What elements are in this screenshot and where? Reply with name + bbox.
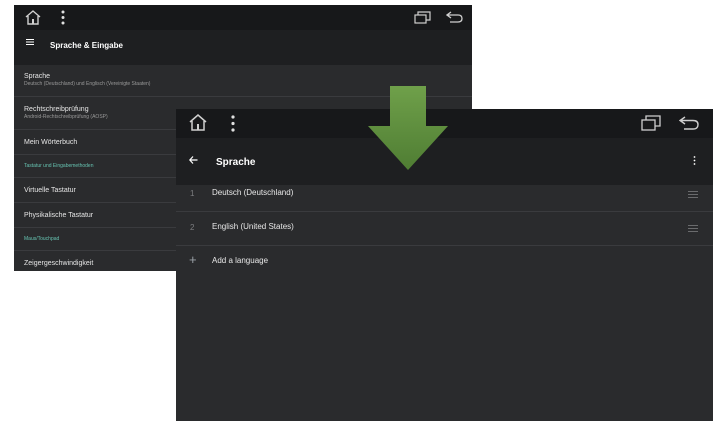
language-order-number: 2	[190, 223, 195, 232]
language-name: Deutsch (Deutschland)	[212, 188, 294, 197]
page-title: Sprache	[216, 157, 256, 168]
overflow-menu-icon[interactable]	[231, 115, 235, 132]
drag-handle-icon[interactable]	[688, 191, 698, 198]
back-icon[interactable]	[446, 11, 463, 23]
home-icon[interactable]	[23, 9, 43, 26]
back-arrow-icon[interactable]	[189, 156, 198, 164]
add-language-label: Add a language	[212, 256, 269, 265]
drag-handle-icon[interactable]	[688, 225, 698, 232]
language-name: English (United States)	[212, 222, 294, 231]
arrow-down-icon	[368, 86, 448, 170]
app-toolbar: Sprache & Eingabe	[14, 30, 472, 65]
add-language-button[interactable]: + Add a language	[176, 246, 713, 280]
back-icon[interactable]	[679, 116, 699, 130]
plus-icon: +	[189, 252, 197, 267]
hamburger-menu-icon[interactable]	[26, 39, 34, 45]
recent-apps-icon[interactable]	[641, 115, 661, 131]
overflow-menu-icon[interactable]	[61, 10, 65, 25]
list-item[interactable]: 2 English (United States)	[176, 212, 713, 246]
recent-apps-icon[interactable]	[414, 11, 431, 24]
home-icon[interactable]	[187, 113, 209, 132]
list-item[interactable]: 1 Deutsch (Deutschland)	[176, 178, 713, 212]
language-order-number: 1	[190, 189, 195, 198]
settings-item-title: Sprache	[24, 73, 51, 80]
more-options-icon[interactable]	[693, 156, 696, 165]
page-title: Sprache & Eingabe	[50, 41, 123, 50]
system-status-bar	[14, 5, 472, 30]
